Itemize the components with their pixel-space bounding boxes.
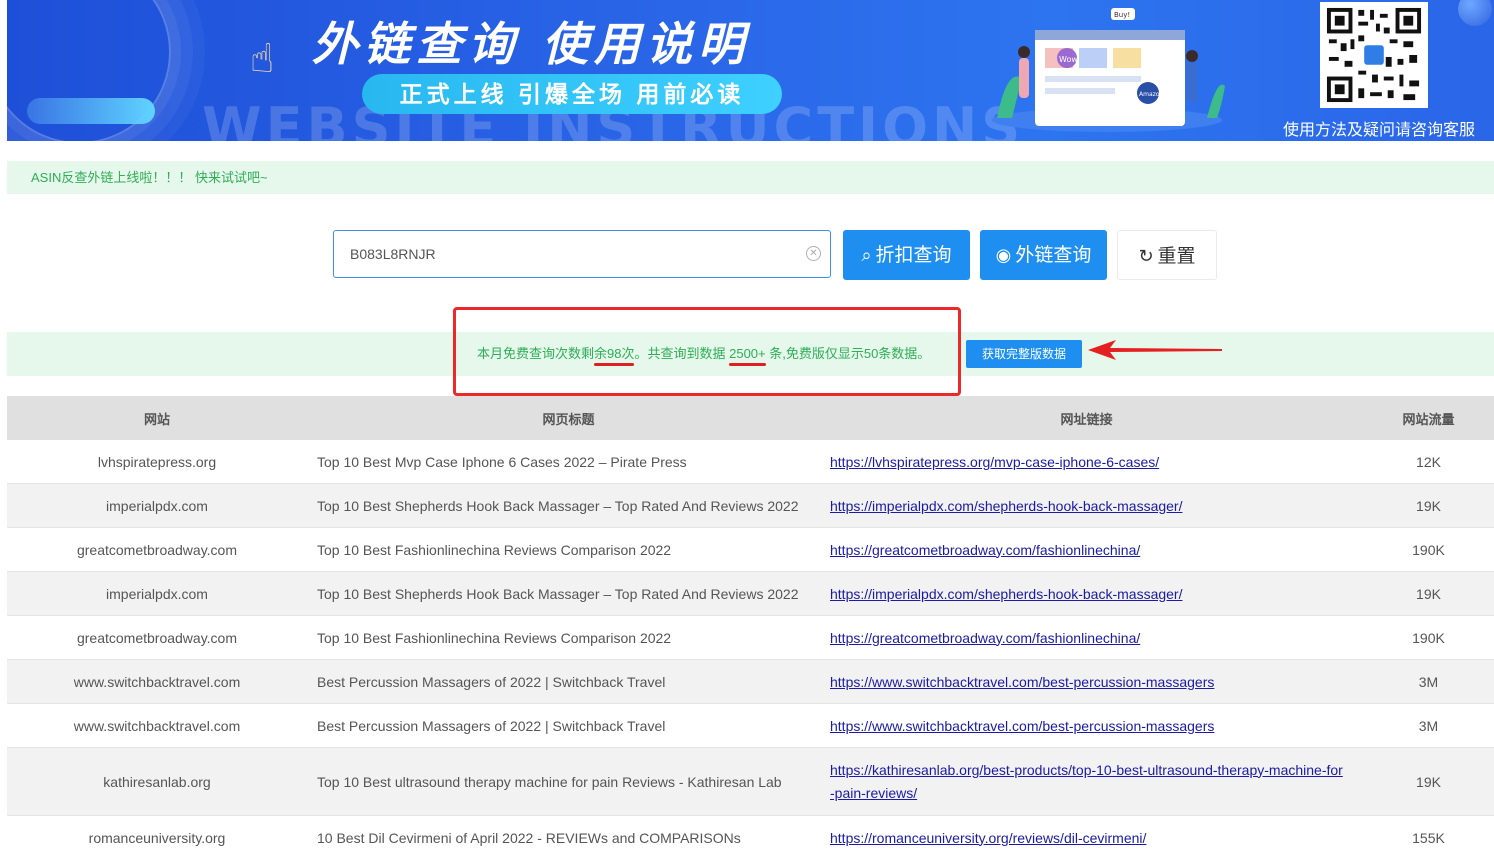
cell-traffic: 19K [1416, 585, 1441, 602]
cell-traffic: 3M [1418, 673, 1439, 690]
cell-url-link[interactable]: https://lvhspiratepress.org/mvp-case-iph… [830, 454, 1159, 470]
cell-site: imperialpdx.com [106, 585, 208, 602]
announcement-text: ASIN反查外链上线啦！！！ 快来试试吧~ [31, 170, 268, 185]
cell-traffic: 190K [1412, 629, 1445, 646]
cell-url-link[interactable]: https://greatcometbroadway.com/fashionli… [830, 542, 1140, 558]
promo-banner[interactable]: ☝ WEBSITE INSTRUCTIONS 外链查询 使用说明 正式上线 引爆… [7, 0, 1494, 141]
cell-title: Top 10 Best Mvp Case Iphone 6 Cases 2022… [317, 453, 687, 470]
cell-title: Top 10 Best Shepherds Hook Back Massager… [317, 497, 799, 514]
eye-icon: ◉ [995, 245, 1012, 266]
cell-url-link[interactable]: https://kathiresanlab.org/best-products/… [830, 762, 1343, 801]
cell-site: greatcometbroadway.com [76, 541, 238, 558]
table-row: www.switchbacktravel.com Best Percussion… [7, 704, 1494, 748]
cell-traffic: 155K [1412, 829, 1445, 846]
cell-traffic: 19K [1416, 773, 1441, 790]
bubble-decoration [1458, 0, 1492, 26]
highlight-box [453, 307, 961, 396]
cell-url-link[interactable]: https://imperialpdx.com/shepherds-hook-b… [830, 498, 1183, 514]
backlink-query-label: 外链查询 [1015, 244, 1092, 266]
cell-traffic: 19K [1416, 497, 1441, 514]
asin-search-input[interactable] [348, 231, 792, 277]
table-row: www.switchbacktravel.com Best Percussion… [7, 660, 1494, 704]
cell-title: Best Percussion Massagers of 2022 | Swit… [317, 717, 666, 734]
reset-button[interactable]: ↻ 重置 [1117, 230, 1217, 280]
arrow-left-icon [1088, 340, 1222, 360]
clear-input-icon[interactable]: ✕ [806, 246, 821, 261]
backlink-table: 网站 网页标题 网址链接 网站流量 lvhspiratepress.org To… [7, 396, 1494, 859]
discount-query-button[interactable]: ⌕ 折扣查询 [843, 230, 970, 280]
banner-title: 外链查询 使用说明 [312, 17, 751, 71]
pill-decoration [27, 98, 155, 124]
page: ☝ WEBSITE INSTRUCTIONS 外链查询 使用说明 正式上线 引爆… [0, 0, 1494, 859]
cell-title: Top 10 Best ultrasound therapy machine f… [317, 773, 782, 790]
shopping-illustration: Wow Buy! Amazon [992, 8, 1225, 132]
qr-caption: 使用方法及疑问请咨询客服 [1282, 122, 1475, 139]
table-row: imperialpdx.com Top 10 Best Shepherds Ho… [7, 572, 1494, 616]
backlink-query-button[interactable]: ◉ 外链查询 [980, 230, 1107, 280]
cell-site: imperialpdx.com [106, 497, 208, 514]
discount-query-label: 折扣查询 [875, 244, 952, 266]
cell-title: Top 10 Best Fashionlinechina Reviews Com… [317, 629, 672, 646]
table-row: kathiresanlab.org Top 10 Best ultrasound… [7, 748, 1494, 816]
table-row: romanceuniversity.org 10 Best Dil Cevirm… [7, 816, 1494, 859]
header-title: 网页标题 [542, 411, 595, 427]
cell-traffic: 190K [1412, 541, 1445, 558]
cell-url-link[interactable]: https://www.switchbacktravel.com/best-pe… [830, 718, 1214, 734]
svg-text:Buy!: Buy! [1114, 11, 1130, 19]
header-site: 网站 [143, 411, 170, 427]
banner-subtitle: 正式上线 引爆全场 用前必读 [362, 74, 782, 114]
table-row: imperialpdx.com Top 10 Best Shepherds Ho… [7, 484, 1494, 528]
header-url: 网址链接 [1060, 411, 1113, 427]
cell-title: 10 Best Dil Cevirmeni of April 2022 - RE… [317, 829, 741, 846]
announcement-bar: ASIN反查外链上线啦！！！ 快来试试吧~ [7, 161, 1494, 194]
cell-traffic: 12K [1416, 453, 1441, 470]
cell-title: Top 10 Best Shepherds Hook Back Massager… [317, 585, 799, 602]
refresh-icon: ↻ [1138, 246, 1154, 267]
cell-title: Top 10 Best Fashionlinechina Reviews Com… [317, 541, 672, 558]
cell-site: lvhspiratepress.org [97, 453, 217, 470]
table-header: 网站 网页标题 网址链接 网站流量 [7, 396, 1494, 440]
cell-url-link[interactable]: https://www.switchbacktravel.com/best-pe… [830, 674, 1214, 690]
reset-label: 重置 [1157, 245, 1196, 267]
cell-url-link[interactable]: https://romanceuniversity.org/reviews/di… [830, 830, 1146, 846]
cell-title: Best Percussion Massagers of 2022 | Swit… [317, 673, 666, 690]
cell-site: romanceuniversity.org [88, 829, 226, 846]
cell-site: www.switchbacktravel.com [73, 673, 241, 690]
svg-text:Amazon: Amazon [1139, 91, 1163, 98]
header-traffic: 网站流量 [1402, 411, 1455, 427]
table-row: lvhspiratepress.org Top 10 Best Mvp Case… [7, 440, 1494, 484]
get-full-data-button[interactable]: 获取完整版数据 [966, 340, 1082, 368]
cell-site: kathiresanlab.org [103, 773, 211, 790]
cell-url-link[interactable]: https://greatcometbroadway.com/fashionli… [830, 630, 1140, 646]
cell-url-link[interactable]: https://imperialpdx.com/shepherds-hook-b… [830, 586, 1183, 602]
table-row: greatcometbroadway.com Top 10 Best Fashi… [7, 528, 1494, 572]
cell-traffic: 3M [1418, 717, 1439, 734]
cell-site: www.switchbacktravel.com [73, 717, 241, 734]
table-row: greatcometbroadway.com Top 10 Best Fashi… [7, 616, 1494, 660]
illustration-wow: Wow [1059, 55, 1078, 64]
qr-code-icon[interactable] [1320, 2, 1428, 108]
asin-search-box: ✕ [333, 230, 831, 278]
search-icon: ⌕ [861, 245, 872, 266]
cell-site: greatcometbroadway.com [76, 629, 238, 646]
pointing-hand-icon: ☝ [249, 37, 275, 81]
